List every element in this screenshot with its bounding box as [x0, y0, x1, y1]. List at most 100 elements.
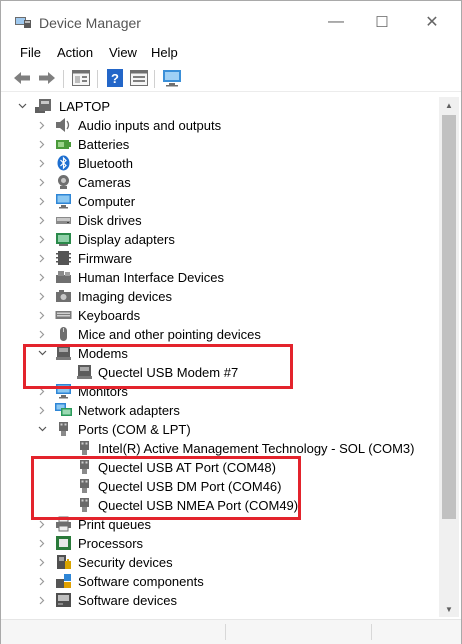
status-bar [1, 619, 461, 644]
battery-icon [55, 136, 72, 152]
keyboard-icon [55, 307, 72, 323]
tree-category-item[interactable]: Batteries [1, 135, 439, 154]
menu-file[interactable]: File [20, 45, 41, 60]
title-bar[interactable]: Device Manager — ☐ ✕ [1, 1, 461, 41]
mouse-icon [55, 326, 72, 342]
scroll-thumb[interactable] [442, 115, 456, 519]
tree-item-label: Disk drives [78, 213, 142, 228]
port-icon [76, 440, 93, 456]
chevron-right-icon[interactable] [37, 177, 47, 187]
view-icon[interactable] [129, 68, 149, 88]
chevron-right-icon[interactable] [37, 196, 47, 206]
tree-item-label: Computer [78, 194, 136, 209]
tree-category-item[interactable]: Software devices [1, 591, 439, 610]
scroll-up-button[interactable]: ▲ [439, 97, 459, 113]
tree-root-label: LAPTOP [59, 99, 111, 114]
chevron-right-icon[interactable] [37, 576, 47, 586]
tree-category-item[interactable]: Bluetooth [1, 154, 439, 173]
port-icon [55, 421, 72, 437]
menu-action[interactable]: Action [57, 45, 93, 60]
tree-category-item[interactable]: Mice and other pointing devices [1, 325, 439, 344]
chevron-down-icon[interactable] [37, 424, 47, 434]
chevron-right-icon[interactable] [37, 234, 47, 244]
tree-item-label: Cameras [78, 175, 131, 190]
chevron-right-icon[interactable] [37, 215, 47, 225]
processor-icon [55, 535, 72, 551]
chevron-right-icon[interactable] [37, 538, 47, 548]
menu-view[interactable]: View [109, 45, 137, 60]
tree-category-item[interactable]: Audio inputs and outputs [1, 116, 439, 135]
software-component-icon [55, 573, 72, 589]
chevron-right-icon[interactable] [37, 557, 47, 567]
chevron-right-icon[interactable] [37, 139, 47, 149]
chevron-right-icon[interactable] [37, 310, 47, 320]
tree-item-label: Software components [78, 574, 204, 589]
chevron-right-icon[interactable] [37, 595, 47, 605]
tree-item-label: Audio inputs and outputs [78, 118, 222, 133]
vertical-scrollbar[interactable]: ▲ ▼ [439, 97, 459, 617]
tree-item-label: Ports (COM & LPT) [78, 422, 191, 437]
display-adapter-icon [55, 231, 72, 247]
tree-category-item[interactable]: Network adapters [1, 401, 439, 420]
tree-item-label: Display adapters [78, 232, 175, 247]
speaker-icon [55, 117, 72, 133]
tree-item-label: Firmware [78, 251, 133, 266]
scroll-down-button[interactable]: ▼ [439, 601, 459, 617]
hid-icon [55, 269, 72, 285]
device-manager-app-icon [14, 15, 32, 29]
chevron-right-icon[interactable] [37, 253, 47, 263]
tree-category-item[interactable]: Processors [1, 534, 439, 553]
close-button[interactable]: ✕ [415, 9, 449, 35]
tree-item-label: Intel(R) Active Management Technology - … [98, 441, 415, 456]
tree-category-item[interactable]: Display adapters [1, 230, 439, 249]
disk-icon [55, 212, 72, 228]
forward-icon[interactable] [37, 68, 57, 88]
monitor-icon [55, 193, 72, 209]
tree-category-item[interactable]: Security devices [1, 553, 439, 572]
device-manager-window: Device Manager — ☐ ✕ File Action View He… [0, 0, 462, 644]
properties-icon[interactable] [71, 68, 91, 88]
back-icon[interactable] [12, 68, 32, 88]
highlight-quectel-ports [31, 456, 301, 520]
tree-category-item[interactable]: Human Interface Devices [1, 268, 439, 287]
firmware-icon [55, 250, 72, 266]
tree-category-item[interactable]: Ports (COM & LPT) [1, 420, 439, 439]
tree-category-item[interactable]: Software components [1, 572, 439, 591]
minimize-button[interactable]: — [319, 9, 353, 35]
chevron-right-icon[interactable] [37, 120, 47, 130]
tree-root[interactable]: LAPTOP [1, 97, 439, 116]
menu-help[interactable]: Help [151, 45, 178, 60]
tree-category-item[interactable]: Imaging devices [1, 287, 439, 306]
camera-icon [55, 174, 72, 190]
tree-category-item[interactable]: Firmware [1, 249, 439, 268]
chevron-right-icon[interactable] [37, 405, 47, 415]
tree-item-label: Processors [78, 536, 144, 551]
bluetooth-icon [55, 155, 72, 171]
tree-category-item[interactable]: Disk drives [1, 211, 439, 230]
tree-item-label: Bluetooth [78, 156, 133, 171]
chevron-right-icon[interactable] [37, 519, 47, 529]
imaging-icon [55, 288, 72, 304]
tree-category-item[interactable]: Keyboards [1, 306, 439, 325]
highlight-modems [23, 344, 293, 389]
help-icon[interactable]: ? [105, 68, 125, 88]
chevron-right-icon[interactable] [37, 329, 47, 339]
tree-item-label: Security devices [78, 555, 173, 570]
menu-bar: File Action View Help [1, 43, 461, 63]
chevron-down-icon[interactable] [17, 101, 27, 111]
tree-item-label: Network adapters [78, 403, 180, 418]
tree-item-label: Human Interface Devices [78, 270, 224, 285]
tree-category-item[interactable]: Cameras [1, 173, 439, 192]
chevron-right-icon[interactable] [37, 158, 47, 168]
chevron-right-icon[interactable] [37, 291, 47, 301]
computer-icon [35, 98, 52, 114]
maximize-button[interactable]: ☐ [365, 9, 399, 35]
tree-category-item[interactable]: Computer [1, 192, 439, 211]
tree-item-label: Imaging devices [78, 289, 172, 304]
software-device-icon [55, 592, 72, 608]
tree-item-label: Batteries [78, 137, 130, 152]
scan-hardware-icon[interactable] [162, 68, 182, 88]
chevron-right-icon[interactable] [37, 272, 47, 282]
tree-item-label: Keyboards [78, 308, 141, 323]
security-icon [55, 554, 72, 570]
